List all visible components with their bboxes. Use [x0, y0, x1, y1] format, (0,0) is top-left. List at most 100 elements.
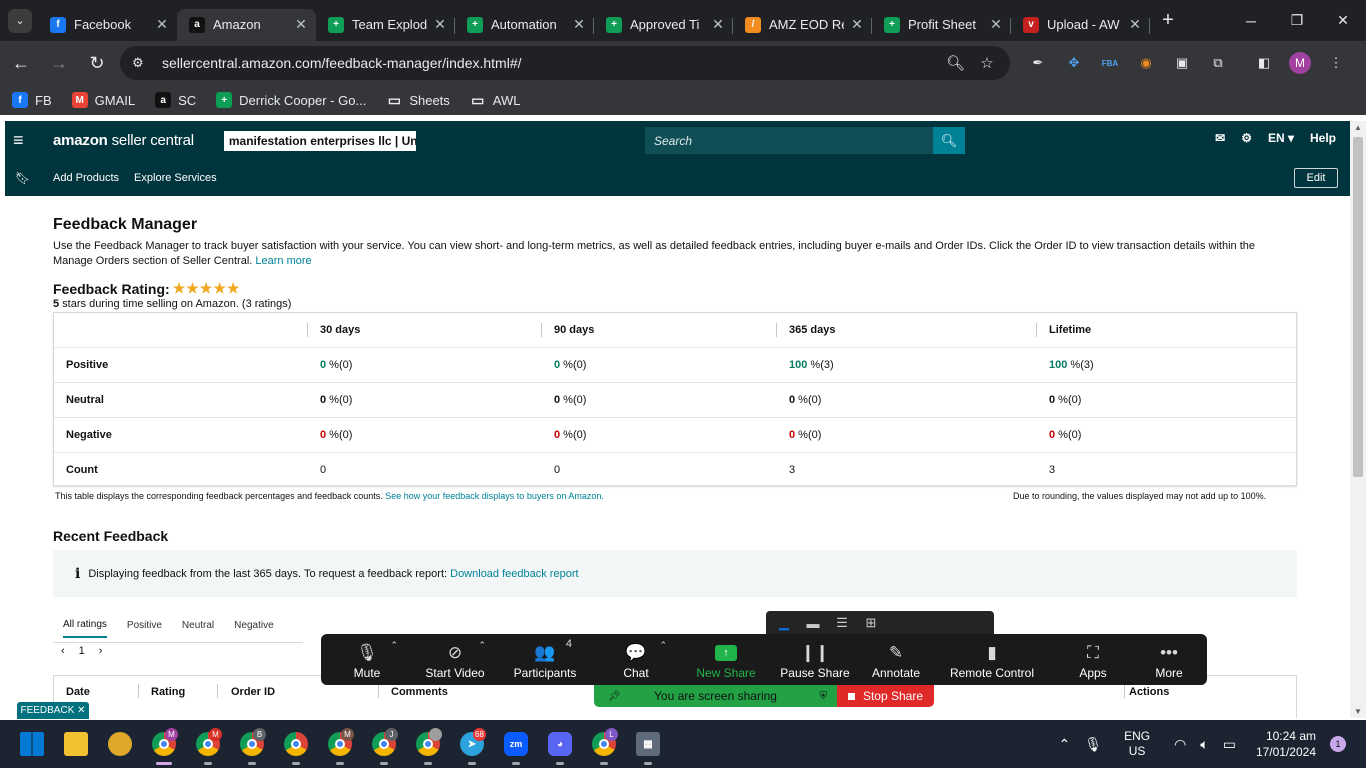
rating-tab[interactable]: Neutral — [182, 614, 214, 637]
close-icon[interactable]: ✕ — [433, 16, 447, 33]
zoom-pause-share-button[interactable]: ❙❙ Pause Share — [770, 634, 860, 685]
search-input[interactable]: Search — [645, 134, 933, 148]
prev-page-icon[interactable]: ‹ — [61, 645, 65, 657]
close-window-button[interactable]: ✕ — [1320, 0, 1366, 41]
minimize-button[interactable]: ─ — [1228, 0, 1274, 41]
close-icon[interactable]: ✕ — [1128, 16, 1142, 33]
notification-badge[interactable]: 1 — [1330, 736, 1346, 752]
browser-tab[interactable]: v Upload - AW ✕ — [1011, 9, 1150, 41]
zoom-start-video-button[interactable]: ⊘ Start Video ⌃ — [410, 634, 500, 685]
language-selector[interactable]: EN ▾ — [1268, 131, 1294, 145]
bookmark-item[interactable]: + Derrick Cooper - Go... — [216, 92, 366, 108]
chrome-menu-icon[interactable]: ⋮ — [1322, 49, 1350, 77]
feedback-display-link[interactable]: See how your feedback displays to buyers… — [385, 491, 604, 501]
taskbar-chrome-profile-j[interactable]: J — [362, 720, 406, 768]
edit-button[interactable]: Edit — [1294, 168, 1338, 188]
rating-tab[interactable]: Positive — [127, 614, 162, 637]
rating-tab[interactable]: All ratings — [63, 613, 107, 638]
view-minimized-icon[interactable]: ▁ — [776, 615, 792, 631]
extension-pen-icon[interactable]: ✒ — [1024, 49, 1052, 77]
taskbar-discord[interactable]: ◕ — [538, 720, 582, 768]
extension-camera-icon[interactable]: ▣ — [1168, 49, 1196, 77]
close-icon[interactable]: ✕ — [572, 16, 586, 33]
taskbar-telegram[interactable]: ➤ 68 — [450, 720, 494, 768]
stop-share-button[interactable]: Stop Share — [837, 685, 934, 707]
pin-icon[interactable]: 📌︎ — [608, 691, 621, 702]
profile-avatar[interactable]: M — [1286, 49, 1314, 77]
zoom-chat-button[interactable]: 💬 Chat ⌃ — [591, 634, 681, 685]
chevron-up-icon[interactable]: ⌃ — [390, 640, 398, 651]
taskbar-chrome-profile-m2[interactable]: M — [186, 720, 230, 768]
nav-explore-services[interactable]: Explore Services — [134, 172, 217, 184]
page-scrollbar[interactable]: ▲ ▼ — [1350, 121, 1366, 718]
zoom-magnifier-icon[interactable]: 🔍︎ — [946, 54, 965, 72]
view-thumbnail-icon[interactable]: ▬ — [805, 616, 821, 631]
bookmark-item[interactable]: f FB — [12, 92, 52, 108]
side-panel-icon[interactable]: ◧ — [1250, 49, 1278, 77]
wifi-icon[interactable]: ◠ — [1174, 736, 1186, 753]
rating-tab[interactable]: Negative — [234, 614, 273, 637]
clock[interactable]: 10:24 am 17/01/2024 — [1256, 728, 1316, 760]
tab-search-dropdown[interactable]: ⌄ — [8, 8, 32, 33]
close-icon[interactable]: ✕ — [850, 16, 864, 33]
zoom-mute-button[interactable]: 🎙 Mute ⌃ — [322, 634, 412, 685]
zoom-annotate-button[interactable]: ✎ Annotate — [851, 634, 941, 685]
browser-tab[interactable]: / AMZ EOD Re ✕ — [733, 9, 872, 41]
taskbar-app-duck[interactable] — [98, 720, 142, 768]
taskbar-chrome-profile-photo2[interactable] — [406, 720, 450, 768]
zoom-remote-control-button[interactable]: ▮ Remote Control — [947, 634, 1037, 685]
scrollbar-thumb[interactable] — [1353, 137, 1363, 477]
extension-fba-icon[interactable]: FBA — [1096, 49, 1124, 77]
scroll-up-icon[interactable]: ▲ — [1350, 123, 1366, 132]
taskbar-chrome-profile-b[interactable]: B — [230, 720, 274, 768]
close-icon[interactable]: ✕ — [989, 16, 1003, 33]
search-box[interactable]: Search 🔍︎ — [645, 127, 965, 154]
site-settings-icon[interactable]: ⚙ — [132, 55, 148, 71]
reload-button[interactable]: ↻ — [80, 46, 114, 80]
taskbar-chrome[interactable] — [274, 720, 318, 768]
zoom-new-share-button[interactable]: ↑ New Share — [681, 634, 771, 685]
extension-orange-circle-icon[interactable]: ◉ — [1132, 49, 1160, 77]
taskbar-windows-start[interactable] — [10, 720, 54, 768]
seller-central-logo[interactable]: amazon seller central — [53, 132, 194, 149]
mail-icon[interactable]: ✉ — [1215, 131, 1225, 145]
back-button[interactable]: ← — [4, 46, 38, 80]
download-report-link[interactable]: Download feedback report — [450, 568, 578, 580]
search-icon[interactable]: 🔍︎ — [933, 127, 965, 154]
next-page-icon[interactable]: › — [99, 645, 103, 657]
chevron-up-icon[interactable]: ⌃ — [478, 640, 486, 651]
account-switcher[interactable]: manifestation enterprises llc | Uni... — [223, 130, 416, 151]
battery-icon[interactable]: ▭ — [1223, 736, 1236, 753]
browser-tab[interactable]: + Approved Ti ✕ — [594, 9, 733, 41]
nav-add-products[interactable]: Add Products — [53, 172, 119, 184]
close-icon[interactable]: ✕ — [294, 16, 308, 33]
speaker-icon[interactable]: 🔈︎ — [1200, 736, 1208, 753]
zoom-participants-button[interactable]: 👥 Participants 4 — [500, 634, 590, 685]
bookmark-star-icon[interactable]: ☆ — [978, 54, 996, 72]
hamburger-menu-icon[interactable]: ≡ — [13, 130, 39, 151]
extensions-puzzle-icon[interactable]: ⧉ — [1204, 49, 1232, 77]
bookmark-ribbon-icon[interactable]: 🔖︎ — [15, 171, 31, 185]
browser-tab[interactable]: f Facebook ✕ — [38, 9, 177, 41]
browser-tab[interactable]: + Profit Sheet ✕ — [872, 9, 1011, 41]
address-bar[interactable]: ⚙ sellercentral.amazon.com/feedback-mana… — [120, 46, 1010, 80]
taskbar-zoom[interactable]: zm — [494, 720, 538, 768]
browser-tab[interactable]: + Automation ✕ — [455, 9, 594, 41]
taskbar-file-explorer[interactable] — [54, 720, 98, 768]
bookmark-item[interactable]: M GMAIL — [71, 92, 135, 108]
bookmark-item[interactable]: ▭ Sheets — [386, 92, 450, 108]
taskbar-chrome-profile-l[interactable]: L — [582, 720, 626, 768]
help-link[interactable]: Help — [1310, 131, 1336, 145]
close-icon[interactable]: ✕ — [155, 16, 169, 33]
learn-more-link[interactable]: Learn more — [255, 255, 311, 267]
view-gallery-icon[interactable]: ⊞ — [863, 615, 879, 631]
taskbar-chrome-profile-photo[interactable]: M — [318, 720, 362, 768]
extension-puzzle-blue-icon[interactable]: ✥ — [1060, 49, 1088, 77]
input-language[interactable]: ENG US — [1124, 729, 1150, 759]
bookmark-item[interactable]: ▭ AWL — [470, 92, 520, 108]
bookmark-item[interactable]: a SC — [155, 92, 196, 108]
zoom-more-button[interactable]: ••• More — [1124, 634, 1214, 685]
scroll-down-icon[interactable]: ▼ — [1350, 707, 1366, 716]
forward-button[interactable]: → — [42, 46, 76, 80]
gear-icon[interactable]: ⚙ — [1241, 131, 1252, 145]
